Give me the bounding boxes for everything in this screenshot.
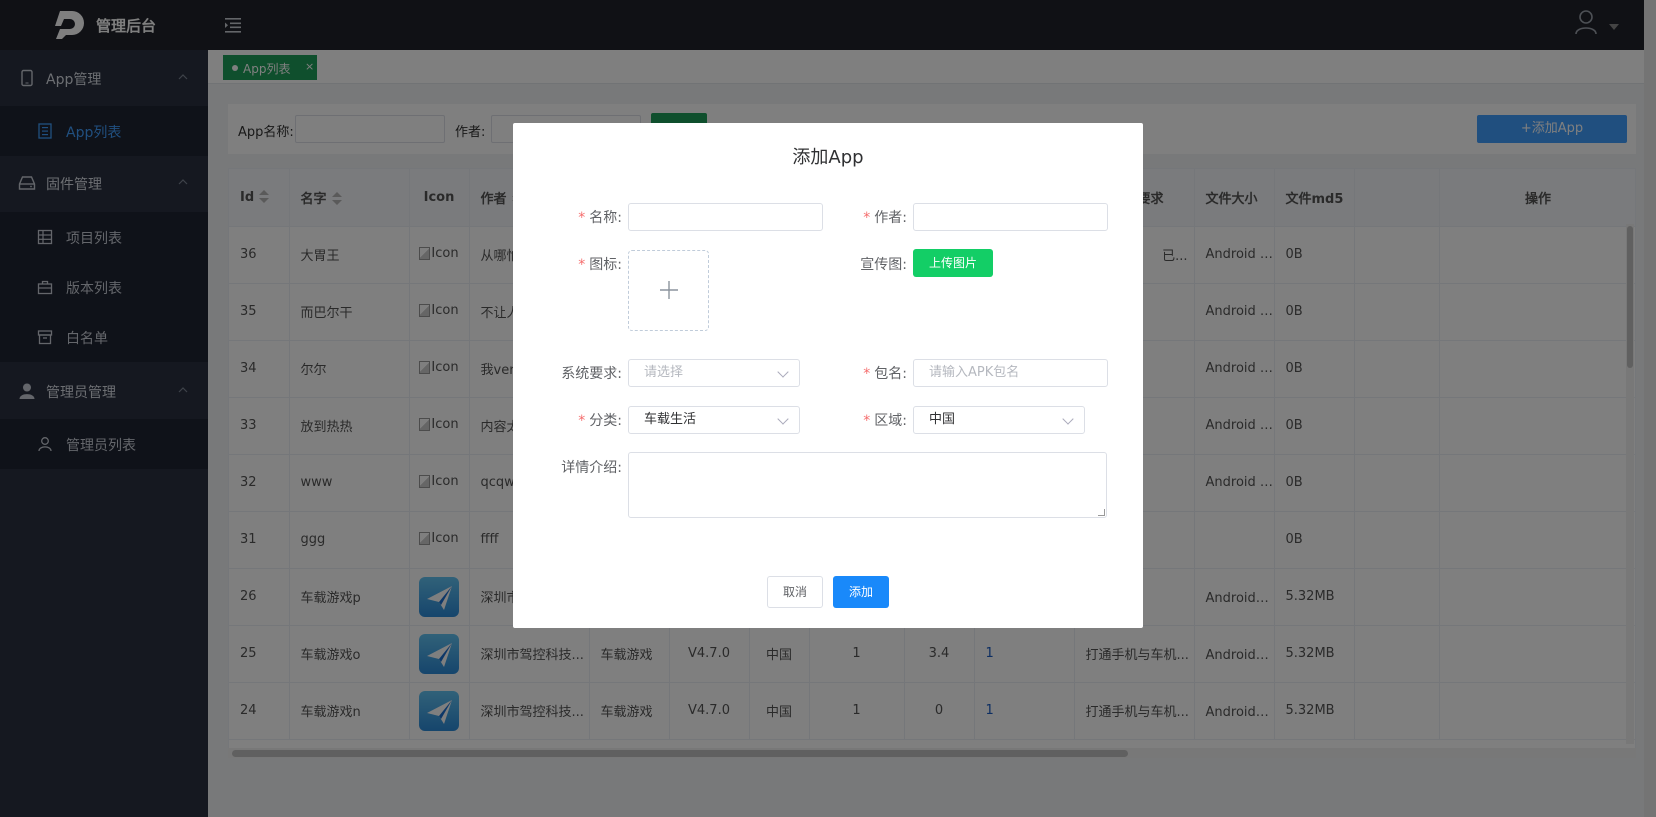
- detail-label: 详情介绍:: [561, 460, 622, 476]
- icon-label: * 图标:: [578, 257, 622, 273]
- chevron-down-icon: [1062, 413, 1074, 425]
- region-label: * 区域:: [863, 413, 907, 429]
- author-label: * 作者:: [863, 210, 907, 226]
- detail-textarea[interactable]: [628, 452, 1107, 518]
- submit-add-button[interactable]: 添加: [833, 576, 889, 608]
- cancel-button[interactable]: 取消: [767, 576, 823, 608]
- name-label: * 名称:: [578, 210, 622, 226]
- package-label: * 包名:: [863, 366, 907, 382]
- chevron-down-icon: [777, 366, 789, 378]
- name-input[interactable]: [628, 203, 823, 231]
- chevron-down-icon: [777, 413, 789, 425]
- package-input[interactable]: 请输入APK包名: [913, 359, 1108, 387]
- author-input[interactable]: [913, 203, 1108, 231]
- category-label: * 分类:: [578, 413, 622, 429]
- dialog-title: 添加App: [792, 147, 864, 168]
- resize-grip-icon: [1098, 509, 1105, 516]
- add-app-dialog: 添加App * 名称: * 作者: * 图标: 宣传图: 上传图片 系统要求: 请选择…: [513, 123, 1143, 628]
- promo-label: 宣传图:: [860, 257, 907, 273]
- region-select[interactable]: 中国: [913, 406, 1085, 434]
- system-label: 系统要求:: [561, 366, 622, 382]
- icon-upload-box[interactable]: [628, 250, 709, 331]
- category-select[interactable]: 车载生活: [628, 406, 800, 434]
- plus-icon: [660, 281, 678, 299]
- upload-image-button[interactable]: 上传图片: [913, 249, 993, 277]
- system-select[interactable]: 请选择: [628, 359, 800, 387]
